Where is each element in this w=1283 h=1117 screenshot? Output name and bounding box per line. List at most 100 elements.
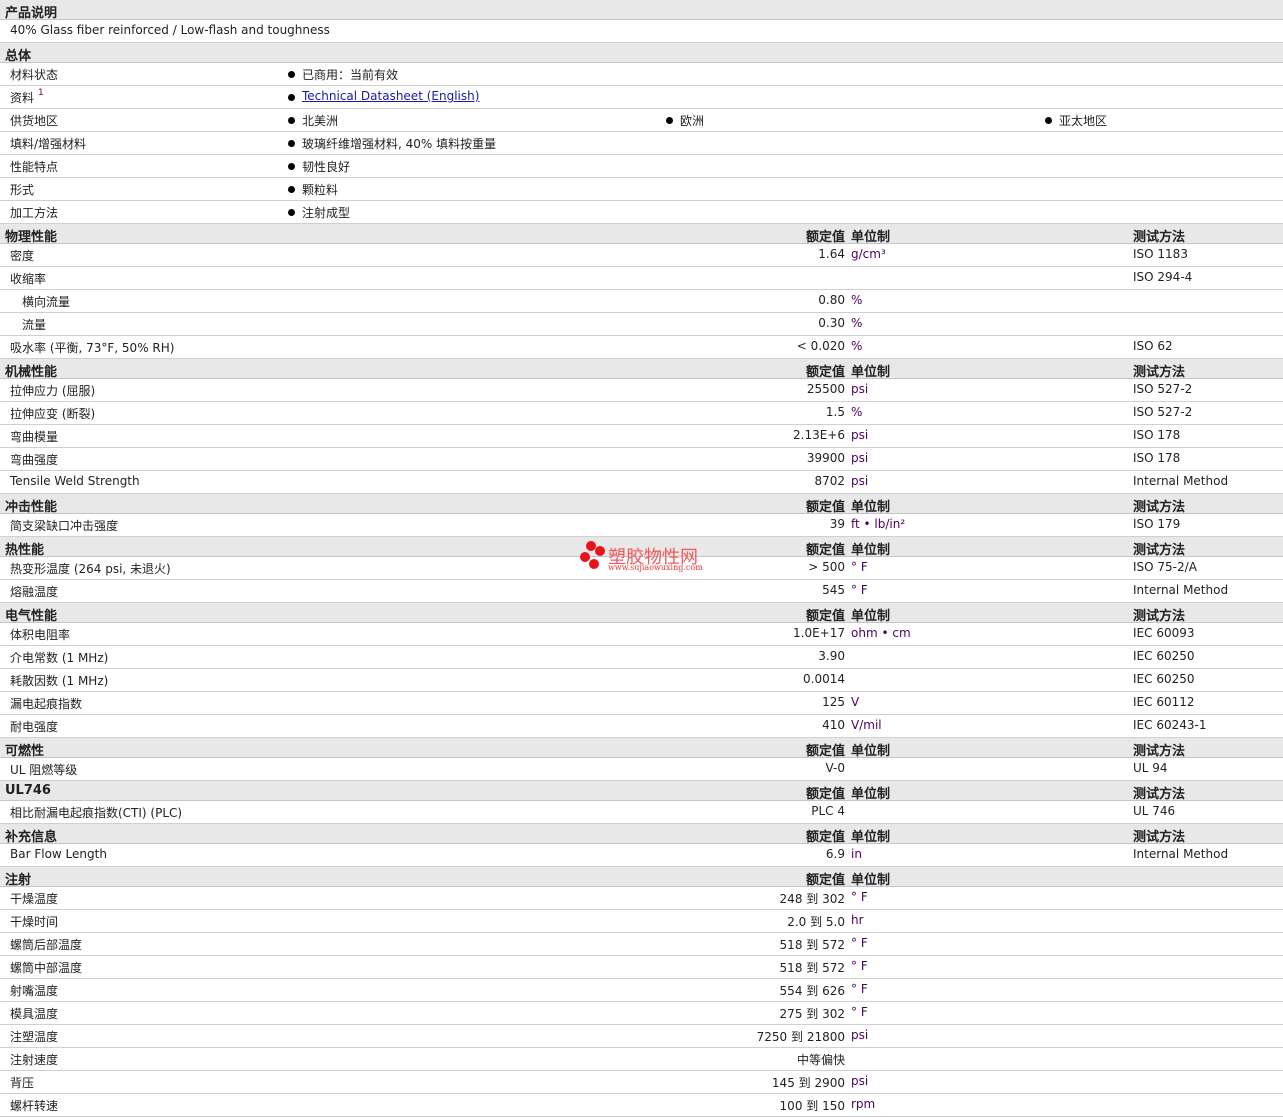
property-value: 2.13E+6 — [793, 428, 845, 442]
property-row: 射嘴温度 554 到 626 ° F — [0, 979, 1283, 1002]
property-row: 拉伸应力 (屈服) 25500 psi ISO 527-2 — [0, 379, 1283, 402]
column-header-value: 额定值 — [805, 500, 845, 515]
section-header: 机械性能 额定值 单位制 测试方法 — [0, 359, 1283, 380]
property-value: 6.9 — [825, 847, 845, 861]
general-row: 资料 1 Technical Datasheet (English) — [0, 86, 1283, 109]
test-method: ISO 75-2/A — [1133, 560, 1197, 574]
section-header: 补充信息 额定值 单位制 测试方法 — [0, 824, 1283, 845]
property-row: 弯曲模量 2.13E+6 psi ISO 178 — [0, 425, 1283, 448]
bullet-item: 颗粒料 — [288, 181, 338, 198]
general-row: 形式 颗粒料 — [0, 178, 1283, 201]
column-header-test-method: 测试方法 — [1133, 830, 1186, 845]
property-unit: % — [851, 405, 863, 419]
column-header-test-method: 测试方法 — [1133, 543, 1186, 558]
section-header: 热性能 额定值 单位制 测试方法 — [0, 537, 1283, 558]
property-unit: ft • lb/in² — [851, 517, 906, 531]
test-method: IEC 60250 — [1133, 672, 1195, 686]
column-header-unit: 单位制 — [851, 873, 891, 888]
section-title: 热性能 — [5, 543, 45, 558]
test-method: ISO 62 — [1133, 339, 1173, 353]
property-unit: ° F — [851, 1005, 868, 1019]
column-header-unit: 单位制 — [851, 787, 891, 802]
property-row: UL 阻燃等级 V-0 UL 94 — [0, 758, 1283, 781]
property-label: 收缩率 — [10, 272, 47, 286]
test-method: Internal Method — [1133, 583, 1229, 597]
general-label: 填料/增强材料 — [10, 137, 87, 151]
section-header-product-description: 产品说明 — [0, 0, 1283, 21]
property-value: 248 到 302 — [779, 892, 845, 906]
property-label: 拉伸应变 (断裂) — [10, 407, 96, 421]
column-header-test-method: 测试方法 — [1133, 230, 1186, 245]
test-method: ISO 1183 — [1133, 247, 1188, 261]
section-header: 电气性能 额定值 单位制 测试方法 — [0, 603, 1283, 624]
column-header-value: 额定值 — [805, 787, 845, 802]
test-method: ISO 527-2 — [1133, 405, 1193, 419]
property-value: 2.0 到 5.0 — [787, 915, 845, 929]
property-unit: ° F — [851, 890, 868, 904]
property-row: 介电常数 (1 MHz) 3.90 IEC 60250 — [0, 646, 1283, 669]
property-value: 518 到 572 — [779, 961, 845, 975]
property-label: 耗散因数 (1 MHz) — [10, 674, 109, 688]
property-unit: ° F — [851, 583, 868, 597]
property-value: 554 到 626 — [779, 984, 845, 998]
property-value: PLC 4 — [811, 804, 845, 818]
property-row: 横向流量 0.80% — [0, 290, 1283, 313]
property-value: 125 — [822, 695, 845, 709]
section-header: 冲击性能 额定值 单位制 测试方法 — [0, 494, 1283, 515]
property-label: 漏电起痕指数 — [10, 697, 83, 711]
property-label: 体积电阻率 — [10, 628, 71, 642]
section-title: 机械性能 — [5, 365, 58, 380]
property-row: 弯曲强度 39900 psi ISO 178 — [0, 448, 1283, 471]
section-header-general: 总体 — [0, 43, 1283, 64]
property-row: 模具温度 275 到 302 ° F — [0, 1002, 1283, 1025]
property-unit: ° F — [851, 982, 868, 996]
general-label: 资料 — [10, 91, 35, 105]
property-value: 中等偏快 — [796, 1053, 845, 1067]
property-label: 螺筒中部温度 — [10, 961, 83, 975]
section-header: 可燃性 额定值 单位制 测试方法 — [0, 738, 1283, 759]
property-row: 漏电起痕指数 125 V IEC 60112 — [0, 692, 1283, 715]
column-header-test-method: 测试方法 — [1133, 365, 1186, 380]
column-header-unit: 单位制 — [851, 830, 891, 845]
property-label: 弯曲强度 — [10, 453, 59, 467]
property-value: 100 到 150 — [779, 1099, 845, 1113]
property-label: 流量 — [22, 318, 47, 332]
section-title: 电气性能 — [5, 609, 58, 624]
section-title: 补充信息 — [5, 830, 58, 845]
general-label: 形式 — [10, 183, 35, 197]
property-value: 0.0014 — [803, 672, 845, 686]
general-label: 性能特点 — [10, 160, 59, 174]
property-row: 吸水率 (平衡, 73°F, 50% RH) < 0.020% ISO 62 — [0, 336, 1283, 359]
column-header-unit: 单位制 — [851, 500, 891, 515]
property-label: 简支梁缺口冲击强度 — [10, 519, 119, 533]
test-method: IEC 60250 — [1133, 649, 1195, 663]
property-label: 射嘴温度 — [10, 984, 59, 998]
property-row: 背压 145 到 2900 psi — [0, 1071, 1283, 1094]
section-header: 注射 额定值 单位制 — [0, 867, 1283, 888]
property-label: 相比耐漏电起痕指数(CTI) (PLC) — [10, 806, 183, 820]
property-unit: psi — [851, 474, 869, 488]
property-row: 耗散因数 (1 MHz) 0.0014 IEC 60250 — [0, 669, 1283, 692]
column-header-value: 额定值 — [805, 830, 845, 845]
section-title: 产品说明 — [5, 6, 58, 21]
property-value: 410 — [822, 718, 845, 732]
test-method: UL 746 — [1133, 804, 1176, 818]
column-header-value: 额定值 — [805, 609, 845, 624]
property-unit: psi — [851, 1074, 869, 1088]
property-row: 熔融温度 545 ° F Internal Method — [0, 580, 1283, 603]
test-method: IEC 60243-1 — [1133, 718, 1207, 732]
property-unit: psi — [851, 428, 869, 442]
test-method: Internal Method — [1133, 474, 1229, 488]
datasheet-link[interactable]: Technical Datasheet (English) — [302, 89, 479, 103]
column-header-unit: 单位制 — [851, 744, 891, 759]
property-label: 耐电强度 — [10, 720, 59, 734]
property-row: 体积电阻率 1.0E+17 ohm • cm IEC 60093 — [0, 623, 1283, 646]
section-title: 物理性能 — [5, 230, 58, 245]
property-value: 39 — [829, 517, 845, 531]
property-label: 热变形温度 (264 psi, 未退火) — [10, 562, 171, 576]
property-unit: hr — [851, 913, 864, 927]
property-unit: psi — [851, 1028, 869, 1042]
bullet-item: 北美洲 — [288, 112, 338, 129]
property-value: 145 到 2900 — [771, 1076, 845, 1090]
test-method: UL 94 — [1133, 761, 1168, 775]
